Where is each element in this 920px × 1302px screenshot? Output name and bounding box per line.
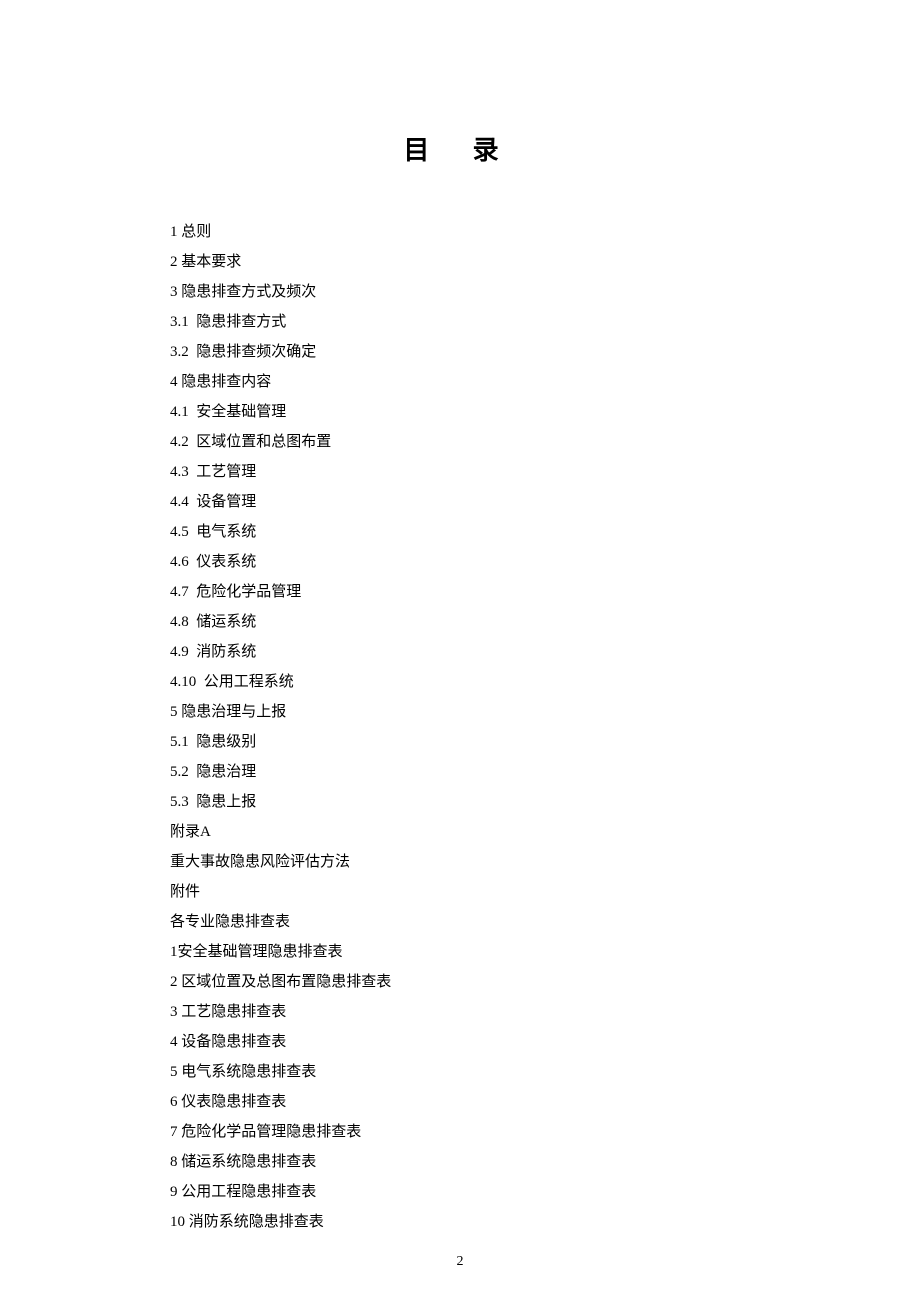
toc-entry: 3 隐患排查方式及频次 [170, 277, 750, 307]
toc-entry: 5.2 隐患治理 [170, 757, 750, 787]
toc-entry: 4 设备隐患排查表 [170, 1027, 750, 1057]
toc-entry: 3.1 隐患排查方式 [170, 307, 750, 337]
toc-entry: 4.1 安全基础管理 [170, 397, 750, 427]
toc-entry: 5 电气系统隐患排查表 [170, 1057, 750, 1087]
toc-entry: 1 总则 [170, 217, 750, 247]
toc-entry: 7 危险化学品管理隐患排查表 [170, 1117, 750, 1147]
toc-entry: 9 公用工程隐患排查表 [170, 1177, 750, 1207]
toc-entry: 附录A [170, 817, 750, 847]
toc-entry: 5 隐患治理与上报 [170, 697, 750, 727]
toc-entry: 5.3 隐患上报 [170, 787, 750, 817]
page-number: 2 [0, 1254, 920, 1270]
document-page: 目 录 1 总则2 基本要求3 隐患排查方式及频次3.1 隐患排查方式3.2 隐… [0, 0, 920, 1237]
toc-list: 1 总则2 基本要求3 隐患排查方式及频次3.1 隐患排查方式3.2 隐患排查频… [170, 217, 750, 1237]
toc-entry: 4.8 储运系统 [170, 607, 750, 637]
toc-entry: 4.5 电气系统 [170, 517, 750, 547]
toc-entry: 4.9 消防系统 [170, 637, 750, 667]
toc-entry: 2 区域位置及总图布置隐患排查表 [170, 967, 750, 997]
toc-entry: 重大事故隐患风险评估方法 [170, 847, 750, 877]
toc-entry: 附件 [170, 877, 750, 907]
toc-entry: 4.4 设备管理 [170, 487, 750, 517]
toc-entry: 6 仪表隐患排查表 [170, 1087, 750, 1117]
toc-entry: 10 消防系统隐患排查表 [170, 1207, 750, 1237]
toc-entry: 4.10 公用工程系统 [170, 667, 750, 697]
toc-entry: 4.7 危险化学品管理 [170, 577, 750, 607]
toc-entry: 1安全基础管理隐患排查表 [170, 937, 750, 967]
toc-entry: 3 工艺隐患排查表 [170, 997, 750, 1027]
toc-entry: 8 储运系统隐患排查表 [170, 1147, 750, 1177]
toc-entry: 4.3 工艺管理 [170, 457, 750, 487]
toc-entry: 2 基本要求 [170, 247, 750, 277]
toc-entry: 5.1 隐患级别 [170, 727, 750, 757]
toc-entry: 3.2 隐患排查频次确定 [170, 337, 750, 367]
toc-entry: 4 隐患排查内容 [170, 367, 750, 397]
toc-entry: 4.2 区域位置和总图布置 [170, 427, 750, 457]
toc-title: 目 录 [170, 130, 750, 167]
toc-entry: 4.6 仪表系统 [170, 547, 750, 577]
toc-entry: 各专业隐患排查表 [170, 907, 750, 937]
